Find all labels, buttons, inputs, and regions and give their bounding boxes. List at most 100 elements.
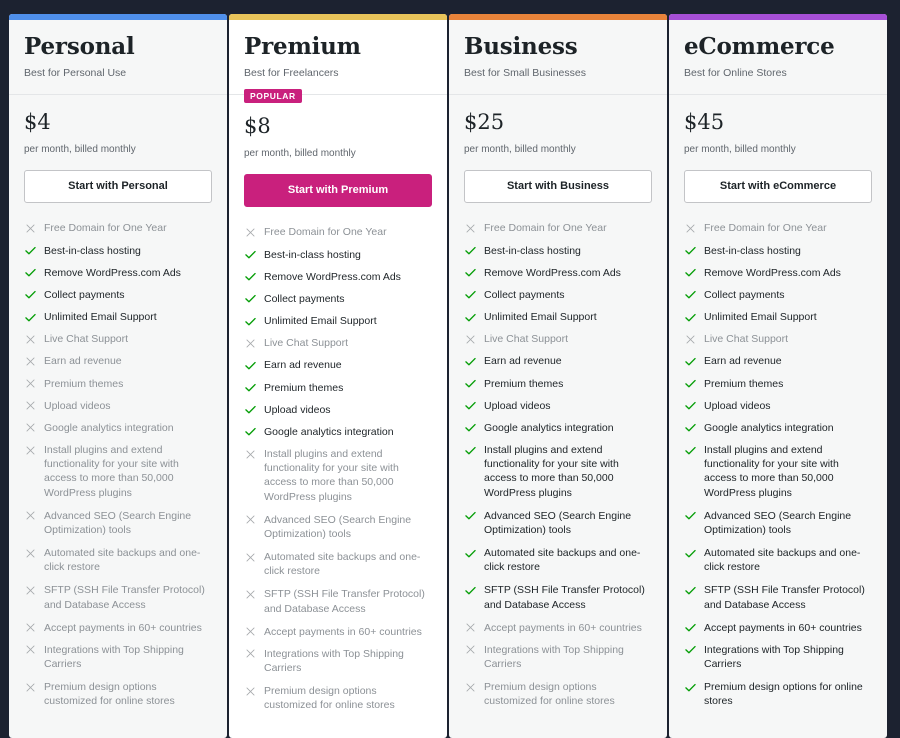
check-icon bbox=[684, 354, 697, 368]
check-icon bbox=[464, 377, 477, 391]
plan-price-note: per month, billed monthly bbox=[684, 144, 796, 156]
feature-label: Premium themes bbox=[704, 377, 784, 390]
cross-icon bbox=[684, 221, 697, 235]
feature-item: Premium design options for online stores bbox=[684, 680, 872, 708]
feature-item: Automated site backups and one-click res… bbox=[244, 550, 432, 578]
cross-icon bbox=[244, 513, 257, 527]
check-icon bbox=[244, 292, 257, 306]
cross-icon bbox=[244, 647, 257, 661]
feature-item: Free Domain for One Year bbox=[24, 221, 212, 235]
plan-price: $4 bbox=[24, 110, 51, 135]
feature-item: Earn ad revenue bbox=[684, 354, 872, 368]
feature-item: Collect payments bbox=[464, 288, 652, 302]
feature-label: Earn ad revenue bbox=[484, 355, 562, 368]
feature-item: Upload videos bbox=[24, 399, 212, 413]
plan-cta-wrap: Start with Personal bbox=[9, 155, 227, 204]
feature-label: Collect payments bbox=[484, 288, 565, 301]
cross-icon bbox=[24, 354, 37, 368]
feature-label: Live Chat Support bbox=[44, 333, 129, 346]
feature-item: Upload videos bbox=[464, 399, 652, 413]
plan-name: Premium bbox=[244, 33, 361, 60]
feature-label: Google analytics integration bbox=[704, 421, 834, 434]
start-with-business-button[interactable]: Start with Business bbox=[464, 170, 652, 204]
cross-icon bbox=[24, 399, 37, 413]
start-with-premium-button[interactable]: Start with Premium bbox=[244, 174, 432, 208]
feature-label: Earn ad revenue bbox=[44, 355, 122, 368]
start-with-personal-button[interactable]: Start with Personal bbox=[24, 170, 212, 204]
check-icon bbox=[464, 310, 477, 324]
feature-item: Earn ad revenue bbox=[464, 354, 652, 368]
cross-icon bbox=[464, 680, 477, 694]
feature-item: Install plugins and extend functionality… bbox=[244, 447, 432, 504]
check-icon bbox=[684, 399, 697, 413]
feature-label: Live Chat Support bbox=[484, 333, 569, 346]
feature-label: Remove WordPress.com Ads bbox=[44, 266, 181, 279]
feature-label: SFTP (SSH File Transfer Protocol) and Da… bbox=[264, 588, 425, 615]
feature-item: Automated site backups and one-click res… bbox=[24, 546, 212, 574]
plan-price-note: per month, billed monthly bbox=[244, 148, 356, 160]
feature-label: Earn ad revenue bbox=[264, 359, 342, 372]
feature-label: Upload videos bbox=[264, 403, 331, 416]
pricing-plans-grid: Personal Best for Personal Use $4 per month… bbox=[9, 14, 891, 738]
check-icon bbox=[684, 421, 697, 435]
check-icon bbox=[464, 443, 477, 457]
feature-item: Best-in-class hosting bbox=[684, 244, 872, 258]
cross-icon bbox=[684, 332, 697, 346]
feature-item: Free Domain for One Year bbox=[684, 221, 872, 235]
feature-label: Premium themes bbox=[484, 377, 564, 390]
feature-item: Live Chat Support bbox=[244, 336, 432, 350]
feature-item: Collect payments bbox=[244, 292, 432, 306]
feature-item: Integrations with Top Shipping Carriers bbox=[244, 647, 432, 675]
feature-item: Free Domain for One Year bbox=[464, 221, 652, 235]
plan-cta-wrap: Start with eCommerce bbox=[669, 155, 887, 204]
feature-label: Install plugins and extend functionality… bbox=[44, 444, 179, 499]
check-icon bbox=[244, 314, 257, 328]
start-with-ecommerce-button[interactable]: Start with eCommerce bbox=[684, 170, 872, 204]
feature-item: Premium design options customized for on… bbox=[24, 680, 212, 708]
feature-label: Free Domain for One Year bbox=[44, 222, 167, 235]
feature-item: Advanced SEO (Search Engine Optimization… bbox=[24, 509, 212, 537]
feature-item: Integrations with Top Shipping Carriers bbox=[24, 643, 212, 671]
feature-label: Accept payments in 60+ countries bbox=[44, 621, 202, 634]
plan-tagline: Best for Personal Use bbox=[24, 67, 127, 80]
plan-header: Personal Best for Personal Use bbox=[9, 20, 227, 96]
feature-label: Remove WordPress.com Ads bbox=[704, 266, 841, 279]
cross-icon bbox=[244, 684, 257, 698]
check-icon bbox=[24, 244, 37, 258]
check-icon bbox=[464, 354, 477, 368]
feature-label: Integrations with Top Shipping Carriers bbox=[264, 647, 404, 675]
plan-card-business: Business Best for Small Businesses $25 per … bbox=[449, 14, 667, 738]
check-icon bbox=[464, 244, 477, 258]
feature-label: Integrations with Top Shipping Carriers bbox=[704, 643, 844, 671]
plan-price: $8 bbox=[244, 114, 271, 139]
check-icon bbox=[24, 310, 37, 324]
check-icon bbox=[24, 288, 37, 302]
check-icon bbox=[464, 509, 477, 523]
cross-icon bbox=[24, 583, 37, 597]
check-icon bbox=[684, 310, 697, 324]
feature-label: Advanced SEO (Search Engine Optimization… bbox=[264, 513, 412, 540]
cross-icon bbox=[464, 332, 477, 346]
feature-label: Remove WordPress.com Ads bbox=[484, 266, 621, 279]
feature-label: Earn ad revenue bbox=[704, 355, 782, 368]
feature-label: Install plugins and extend functionality… bbox=[704, 444, 839, 499]
feature-label: Advanced SEO (Search Engine Optimization… bbox=[704, 509, 852, 536]
feature-label: Premium design options for online stores bbox=[704, 681, 863, 708]
plan-price-block: $8 per month, billed monthly bbox=[229, 95, 447, 159]
cross-icon bbox=[244, 625, 257, 639]
check-icon bbox=[464, 583, 477, 597]
feature-item: SFTP (SSH File Transfer Protocol) and Da… bbox=[684, 583, 872, 611]
feature-label: Install plugins and extend functionality… bbox=[264, 448, 399, 503]
feature-label: Unlimited Email Support bbox=[704, 311, 817, 324]
feature-item: Live Chat Support bbox=[684, 332, 872, 346]
feature-item: Remove WordPress.com Ads bbox=[24, 266, 212, 280]
plan-name: Personal bbox=[24, 33, 135, 60]
check-icon bbox=[684, 546, 697, 560]
check-icon bbox=[684, 509, 697, 523]
plan-name: Business bbox=[464, 33, 578, 60]
plan-cta-wrap: Start with Business bbox=[449, 155, 667, 204]
plan-feature-list: Free Domain for One Year Best-in-class ho… bbox=[449, 203, 667, 737]
cross-icon bbox=[464, 621, 477, 635]
feature-item: Advanced SEO (Search Engine Optimization… bbox=[464, 509, 652, 537]
cross-icon bbox=[24, 443, 37, 457]
